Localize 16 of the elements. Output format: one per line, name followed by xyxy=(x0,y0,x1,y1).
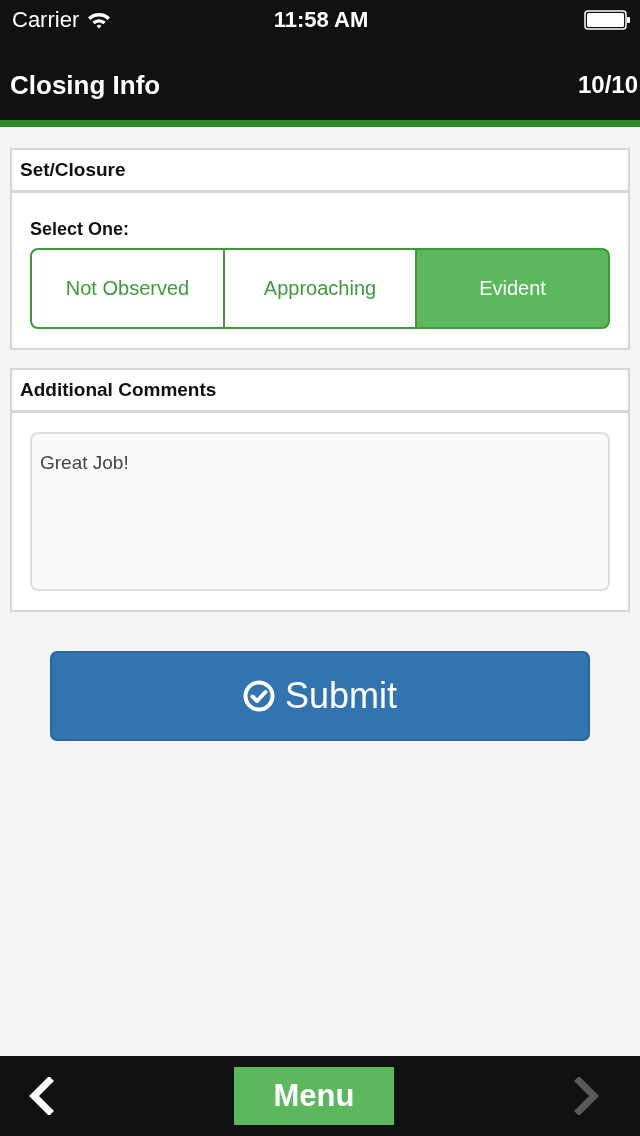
battery-icon xyxy=(584,10,630,30)
progress-counter: 10/10 xyxy=(577,71,638,99)
check-circle-icon xyxy=(242,680,275,712)
segment-option[interactable]: Not Observed xyxy=(30,248,225,329)
section-title: Additional Comments xyxy=(12,370,628,413)
wifi-icon xyxy=(87,11,112,29)
carrier-label: Carrier xyxy=(12,7,80,33)
prompt-label: Select One: xyxy=(30,219,130,240)
page-title: Closing Info xyxy=(10,69,161,101)
section-title: Set/Closure xyxy=(12,150,628,193)
segment-option[interactable]: Evident xyxy=(417,248,610,329)
menu-button[interactable]: Menu xyxy=(234,1067,394,1125)
segment-option[interactable]: Approaching xyxy=(225,248,417,329)
submit-button[interactable]: Submit xyxy=(50,651,590,741)
comments-field[interactable]: Great Job! xyxy=(30,432,610,591)
status-time: 11:58 AM xyxy=(273,7,369,33)
